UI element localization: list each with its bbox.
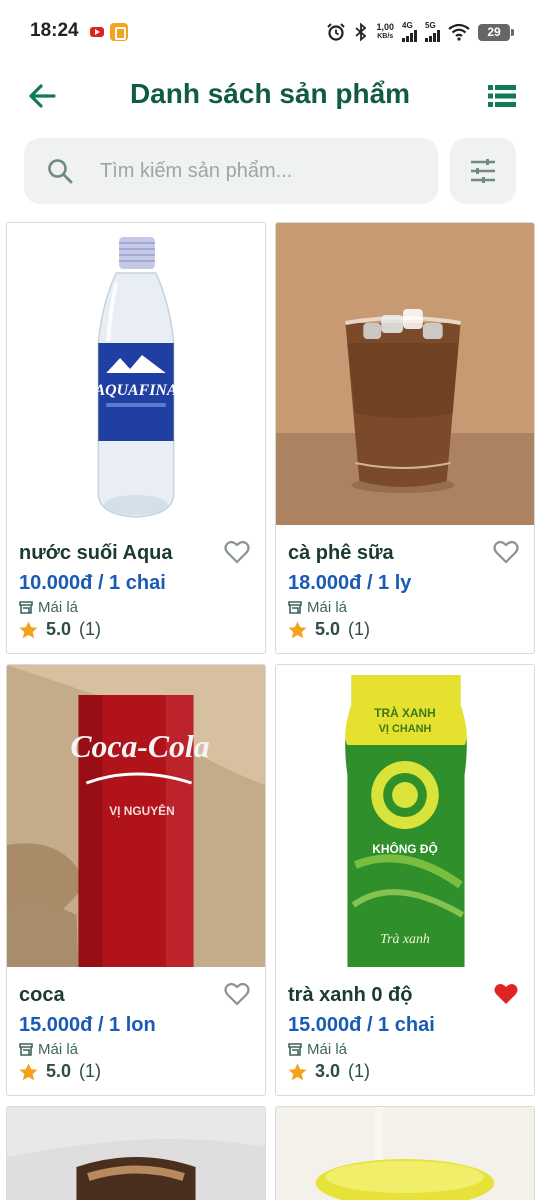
product-card[interactable] [6,1106,266,1200]
aquafina-label: AQUAFINA [94,382,178,399]
search-input[interactable] [100,159,400,183]
signal-icon: 4G [402,22,417,42]
status-icons: 1,00 KB/s 4G 5G 29 [326,20,514,44]
store-info: Mái lá [19,1041,78,1058]
store-name: Mái lá [307,1041,348,1058]
youtube-icon [90,27,104,37]
sim2-label: 5G [425,21,436,30]
store-info: Mái lá [19,599,78,616]
product-price: 18.000đ / 1 ly [288,572,412,594]
product-card[interactable]: cà phê sữa 18.000đ / 1 ly Mái lá 5.0 (1) [275,222,535,654]
product-name: trà xanh 0 độ [288,984,413,1006]
product-grid: AQUAFINA nước suối Aqua 10.000đ / 1 chai… [6,222,535,1200]
store-info: Mái lá [288,1041,347,1058]
filter-button[interactable] [450,138,516,204]
store-icon [19,1043,33,1056]
product-image[interactable] [7,1107,265,1200]
tea-top2-label: VỊ CHANH [379,723,432,735]
bluetooth-icon [355,22,367,42]
favorite-button[interactable] [492,539,520,565]
coca-sub-label: VỊ NGUYÊN [109,803,174,818]
sim1-label: 4G [402,21,413,30]
review-count: (1) [79,619,102,639]
rating-value: 5.0 [46,619,72,639]
product-image[interactable]: AQUAFINA [7,223,265,525]
net-speed: 1,00 KB/s [376,23,394,41]
product-image[interactable]: Coca-Cola VỊ NGUYÊN [7,665,265,967]
product-name: cà phê sữa [288,542,394,564]
net-speed-value: 1,00 [376,22,394,32]
rating-value: 3.0 [315,1061,341,1081]
star-icon [19,1063,38,1080]
product-name: coca [19,984,65,1006]
favorite-button[interactable] [492,981,520,1007]
tea-top-label: TRÀ XANH [374,705,435,720]
rating-value: 5.0 [46,1061,72,1081]
list-view-button[interactable] [484,78,520,114]
store-info: Mái lá [288,599,347,616]
store-icon [19,601,33,614]
product-image[interactable]: TRÀ XANH VỊ CHANH KHÔNG ĐỘ Trà xanh [276,665,534,967]
star-icon [288,1063,307,1080]
store-icon [288,601,302,614]
store-icon [288,1043,302,1056]
rating: 5.0 (1) [19,1061,101,1082]
favorite-button[interactable] [223,539,251,565]
product-card[interactable]: Coca-Cola VỊ NGUYÊN coca 15.000đ / 1 lon… [6,664,266,1096]
star-icon [288,621,307,638]
status-time: 18:24 [30,20,79,41]
review-count: (1) [79,1061,102,1081]
store-name: Mái lá [38,599,79,616]
rating: 5.0 (1) [19,619,101,640]
status-bar: 18:24 1,00 KB/s 4G 5G 29 [0,0,540,64]
product-card[interactable]: TRÀ XANH VỊ CHANH KHÔNG ĐỘ Trà xanh trà … [275,664,535,1096]
product-image[interactable] [276,223,534,525]
store-name: Mái lá [38,1041,79,1058]
product-image[interactable] [276,1107,534,1200]
signal-icon-2: 5G [425,22,440,42]
battery-icon: 29 [478,23,514,41]
page-title: Danh sách sản phẩm [129,78,411,109]
tea-zero-label: KHÔNG ĐỘ [372,841,437,856]
battery-level: 29 [487,25,501,39]
tune-filter-icon [471,159,495,183]
heart-outline-icon [224,540,250,564]
store-name: Mái lá [307,599,348,616]
heart-filled-icon [494,984,518,1004]
review-count: (1) [348,619,371,639]
product-name: nước suối Aqua [19,542,173,564]
star-icon [19,621,38,638]
rating-value: 5.0 [315,619,341,639]
rating: 3.0 (1) [288,1061,370,1082]
product-card[interactable] [275,1106,535,1200]
search-icon [46,157,74,185]
net-speed-unit: KB/s [377,33,394,40]
rating: 5.0 (1) [288,619,370,640]
wifi-icon [448,23,470,41]
product-card[interactable]: AQUAFINA nước suối Aqua 10.000đ / 1 chai… [6,222,266,654]
tea-bottom-label: Trà xanh [380,932,430,947]
product-price: 15.000đ / 1 lon [19,1014,156,1036]
search-box[interactable] [24,138,438,204]
product-price: 10.000đ / 1 chai [19,572,166,594]
favorite-button[interactable] [223,981,251,1007]
list-view-icon [488,85,516,107]
review-count: (1) [348,1061,371,1081]
heart-outline-icon [493,540,519,564]
alarm-icon [327,23,346,41]
app-notification-icon [110,23,128,41]
app-header: Danh sách sản phẩm [0,64,540,128]
product-price: 15.000đ / 1 chai [288,1014,435,1036]
heart-outline-icon [224,982,250,1006]
coca-brand-label: Coca-Cola [70,729,209,764]
